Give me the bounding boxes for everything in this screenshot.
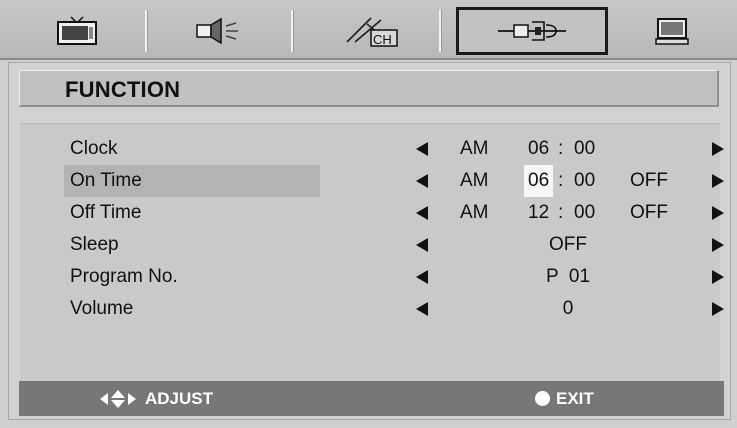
off-time-ampm: AM xyxy=(460,202,489,223)
tab-function[interactable] xyxy=(456,7,608,55)
menu-row-label: Clock xyxy=(70,138,118,159)
menu-row-label: Program No. xyxy=(70,266,178,287)
menu-row-program-no[interactable]: Program No. P 01 xyxy=(20,261,724,293)
arrow-left-icon[interactable] xyxy=(412,139,432,159)
volume-value: 0 xyxy=(562,298,574,319)
on-time-state: OFF xyxy=(630,170,668,191)
tab-channel[interactable]: CH xyxy=(303,10,441,52)
clock-minute: 00 xyxy=(574,138,596,159)
exit-hint[interactable]: EXIT xyxy=(535,381,594,416)
adjust-hint: ADJUST xyxy=(99,381,213,416)
pc-monitor-icon xyxy=(655,18,689,45)
tab-pc[interactable] xyxy=(610,10,734,52)
sound-speaker-icon xyxy=(196,17,238,45)
arrow-right-icon[interactable] xyxy=(708,203,728,223)
arrow-left-icon[interactable] xyxy=(412,203,432,223)
off-time-minute: 00 xyxy=(574,202,596,223)
page-title: FUNCTION xyxy=(65,77,181,102)
function-tools-icon xyxy=(498,21,566,41)
off-time-colon: : xyxy=(558,202,564,223)
channel-icon-text: CH xyxy=(373,32,392,47)
on-time-ampm: AM xyxy=(460,170,489,191)
off-time-hour: 12 xyxy=(528,202,550,223)
arrow-right-icon[interactable] xyxy=(708,139,728,159)
channel-antenna-icon: CH xyxy=(346,17,398,47)
menu-row-label: Off Time xyxy=(70,202,142,223)
adjust-label: ADJUST xyxy=(145,388,214,408)
menu-footer-bar: ADJUST EXIT xyxy=(19,381,724,416)
on-time-colon: : xyxy=(558,170,564,191)
menu-tab-bar: CH xyxy=(0,0,737,60)
arrow-right-icon[interactable] xyxy=(708,267,728,287)
menu-row-label: On Time xyxy=(64,165,320,197)
arrow-right-icon[interactable] xyxy=(708,235,728,255)
menu-row-label: Sleep xyxy=(70,234,119,255)
arrow-left-icon[interactable] xyxy=(412,171,432,191)
on-time-minute: 00 xyxy=(574,170,596,191)
tv-picture-icon xyxy=(57,16,97,45)
exit-label: EXIT xyxy=(556,388,594,408)
menu-row-off-time[interactable]: Off Time AM 12 : 00 OFF xyxy=(20,197,724,229)
menu-title-bar: FUNCTION xyxy=(19,70,719,107)
clock-hour: 06 xyxy=(528,138,550,159)
four-way-arrow-icon xyxy=(100,389,136,408)
menu-row-sleep[interactable]: Sleep OFF xyxy=(20,229,724,261)
function-menu-panel: FUNCTION Clock AM 06 : 00 On Time AM 06 … xyxy=(8,62,731,420)
tab-picture[interactable] xyxy=(9,10,147,52)
menu-row-volume[interactable]: Volume 0 xyxy=(20,293,724,325)
menu-list: Clock AM 06 : 00 On Time AM 06 : 00 OFF … xyxy=(20,123,724,384)
tab-sound[interactable] xyxy=(155,10,293,52)
arrow-right-icon[interactable] xyxy=(708,171,728,191)
clock-colon: : xyxy=(558,138,564,159)
program-no-value: P 01 xyxy=(545,266,591,287)
off-time-state: OFF xyxy=(630,202,668,223)
clock-ampm: AM xyxy=(460,138,489,159)
on-time-hour-cursor[interactable]: 06 xyxy=(524,165,554,197)
menu-row-clock[interactable]: Clock AM 06 : 00 xyxy=(20,133,724,165)
exit-button-icon xyxy=(535,391,550,406)
arrow-right-icon[interactable] xyxy=(708,299,728,319)
menu-row-label: Volume xyxy=(70,298,134,319)
sleep-value: OFF xyxy=(549,234,587,255)
menu-row-on-time[interactable]: On Time AM 06 : 00 OFF xyxy=(20,165,724,197)
